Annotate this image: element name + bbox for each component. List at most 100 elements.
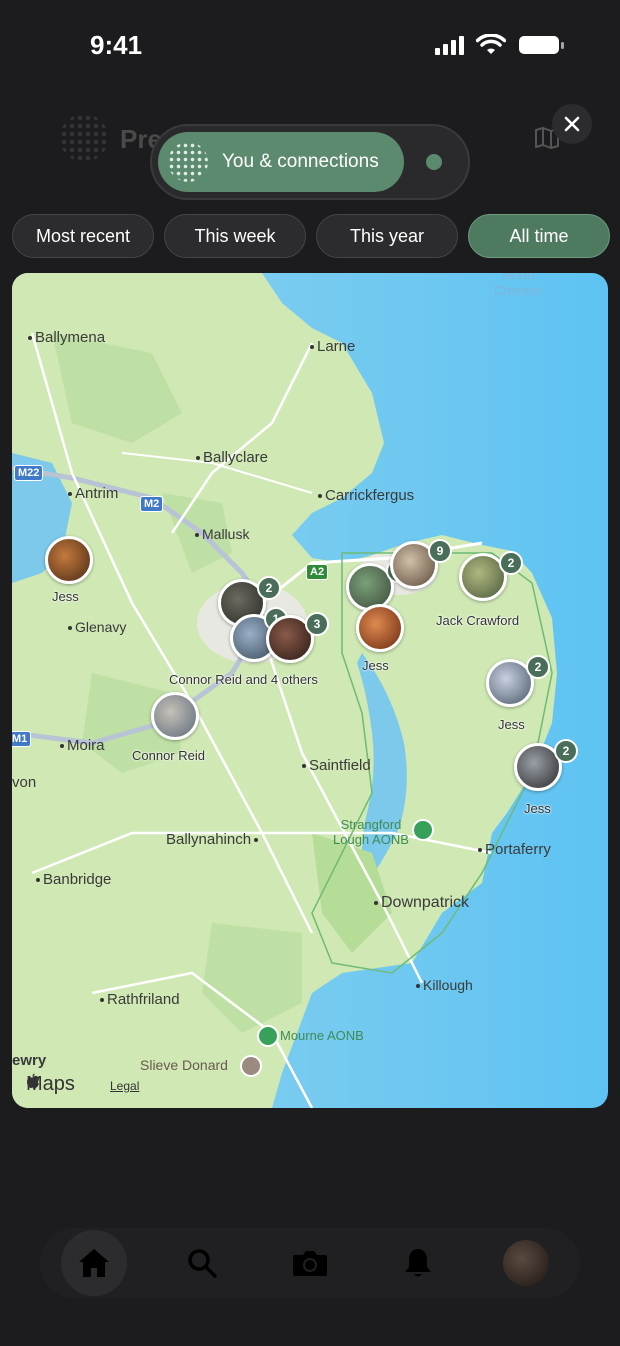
road-shield-m1: M1	[12, 731, 32, 747]
wifi-icon	[476, 34, 506, 54]
place-label: Ballyclare	[203, 449, 269, 466]
audience-option-indicator[interactable]	[426, 154, 442, 170]
photo-pin-count: 2	[554, 739, 578, 763]
place-dot	[60, 744, 64, 749]
place-dot	[416, 984, 420, 989]
tree-pin-icon[interactable]	[412, 819, 434, 841]
photo-pin-count: 9	[428, 539, 452, 563]
place-label: Moira	[67, 737, 105, 754]
place-dot	[302, 764, 306, 769]
photo-pin[interactable]	[45, 536, 93, 584]
poi-strangford-label: Strangford Lough AONB	[333, 817, 409, 847]
app-logo-icon	[60, 114, 108, 162]
filter-most-recent[interactable]: Most recent	[12, 214, 154, 258]
photo-pin-count: 3	[305, 612, 329, 636]
place-dot	[100, 998, 104, 1003]
tab-bar	[40, 1228, 580, 1298]
place-dot	[478, 848, 482, 853]
profile-avatar	[503, 1240, 549, 1286]
place-label: Downpatrick	[381, 894, 470, 911]
place-dot	[310, 345, 314, 350]
tab-profile[interactable]	[493, 1230, 559, 1296]
filter-all-time[interactable]: All time	[468, 214, 610, 258]
place-label: Glenavy	[75, 619, 127, 635]
place-label: Ballynahinch	[166, 831, 252, 848]
photo-pin[interactable]	[356, 604, 404, 652]
search-icon	[188, 1249, 217, 1278]
photo-pin-title: Jess	[52, 589, 79, 604]
place-dot	[68, 626, 72, 631]
filter-this-year[interactable]: This year	[316, 214, 458, 258]
poi-mourne-label: Mourne AONB	[280, 1028, 364, 1043]
place-label: Portaferry	[485, 841, 551, 858]
maps-logo: Maps	[26, 1073, 75, 1096]
photo-pin-count: 2	[499, 551, 523, 575]
photo-pin-title: Jess	[498, 717, 525, 732]
poi-slieve-donard-label: Slieve Donard	[140, 1057, 228, 1073]
place-dot	[374, 900, 378, 905]
filter-this-week[interactable]: This week	[164, 214, 306, 258]
place-label: Carrickfergus	[325, 487, 415, 504]
place-glenavy: Glenavy	[68, 619, 126, 635]
road-shield-a2: A2	[306, 564, 329, 580]
photo-pin-title: Connor Reid and 4 others	[169, 672, 318, 687]
audience-label: You & connections	[222, 151, 379, 172]
place-antrim: Antrim	[68, 485, 118, 502]
road-shield-m2: M2	[140, 496, 164, 512]
place-moira: Moira	[60, 737, 105, 754]
tab-search[interactable]	[169, 1230, 235, 1296]
home-icon	[79, 1249, 109, 1277]
battery-icon	[519, 36, 564, 54]
place-label: Antrim	[75, 485, 119, 502]
audience-option-connections[interactable]: You & connections	[158, 132, 404, 192]
place-label: Banbridge	[43, 871, 112, 888]
photo-pin-count: 2	[526, 655, 550, 679]
close-button[interactable]	[552, 104, 592, 144]
place-label: Ballymena	[35, 329, 106, 346]
photo-map[interactable]: North Channel Ballymena Larne Ballyclare…	[12, 273, 608, 1108]
place-dot	[28, 336, 32, 341]
photo-pin[interactable]	[151, 692, 199, 740]
tab-home[interactable]	[61, 1230, 127, 1296]
place-lurgan: von	[12, 774, 36, 791]
place-label: Killough	[423, 977, 473, 993]
place-mallusk: Mallusk	[195, 526, 249, 542]
time-filter-bar: Most recent This week This year All time	[12, 214, 610, 258]
status-time: 9:41	[90, 30, 143, 60]
place-label: Rathfriland	[107, 991, 180, 1008]
photo-pin-title: Jess	[524, 801, 551, 816]
place-saintfield: Saintfield	[302, 757, 371, 774]
legal-link[interactable]: Legal	[110, 1079, 139, 1093]
place-dot	[318, 494, 322, 499]
place-banbridge: Banbridge	[36, 871, 111, 888]
place-label: ewry	[12, 1052, 47, 1069]
road-shield-m22: M22	[14, 465, 44, 481]
place-label: Saintfield	[309, 757, 371, 774]
bell-icon	[405, 1249, 431, 1277]
place-label: von	[12, 774, 37, 791]
status-bar: 9:41	[0, 0, 620, 92]
photo-pin-title: Connor Reid	[132, 748, 205, 763]
mountain-pin-icon[interactable]	[240, 1055, 262, 1077]
place-killough: Killough	[416, 977, 473, 993]
signal-icon	[435, 35, 464, 55]
audience-toggle[interactable]: You & connections	[150, 124, 470, 200]
place-label: Mallusk	[202, 526, 250, 542]
place-dot	[36, 878, 40, 883]
tree-pin-icon[interactable]	[257, 1025, 279, 1047]
camera-icon	[293, 1251, 327, 1276]
place-portaferry: Portaferry	[478, 841, 551, 858]
photo-pin-title: Jack Crawford	[436, 613, 520, 628]
connections-icon	[168, 142, 208, 182]
place-dot	[195, 533, 199, 538]
place-newry: ewry	[12, 1052, 46, 1069]
apple-icon	[27, 1073, 39, 1088]
tab-notifications[interactable]	[385, 1230, 451, 1296]
photo-pin-count: 2	[257, 576, 281, 600]
place-dot	[254, 838, 259, 843]
tab-camera[interactable]	[277, 1230, 343, 1296]
place-label: Larne	[317, 338, 356, 355]
place-carrickfergus: Carrickfergus	[318, 487, 414, 504]
place-larne: Larne	[310, 338, 355, 355]
place-dot	[196, 456, 200, 461]
